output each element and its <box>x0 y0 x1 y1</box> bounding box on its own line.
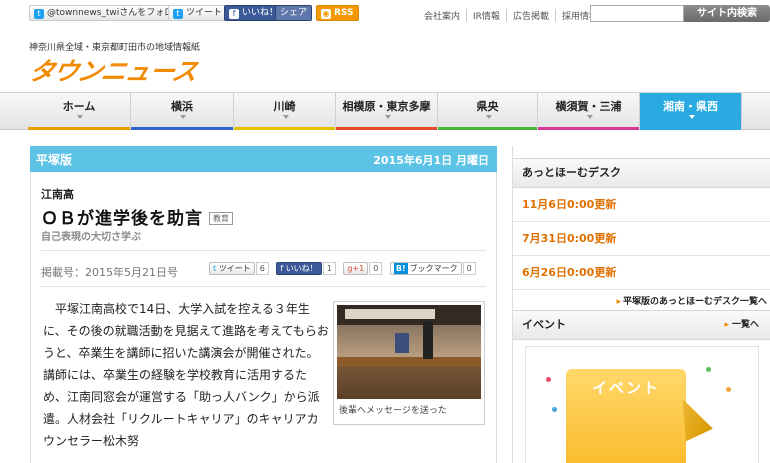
nav-item-kawasaki[interactable]: 川崎 <box>234 93 336 130</box>
nav-color-bar <box>28 127 130 130</box>
event-header: イベント ▸ 一覧へ <box>513 310 770 340</box>
chevron-down-icon <box>282 115 289 119</box>
article-tweet-button[interactable]: t ツイート <box>209 262 255 275</box>
divider <box>41 250 486 251</box>
nav-color-bar <box>234 127 335 130</box>
share-buttons: t ツイート 6 f いいね！ 1 g+1 0 B! ブックマーク 0 <box>209 262 481 275</box>
twitter-icon: t <box>34 9 44 19</box>
event-more-link[interactable]: ▸ 一覧へ <box>724 311 759 339</box>
main-nav: ホーム 横浜 川崎 相模原・東京多摩 県央 横須賀・三浦 湘南・県西 <box>0 92 770 130</box>
triangle-right-icon: ▸ <box>616 297 621 307</box>
facebook-icon: f <box>229 9 239 19</box>
site-logo[interactable]: タウンニュース <box>26 52 200 88</box>
nav-color-bar <box>438 127 537 130</box>
twitter-icon: t <box>173 9 183 19</box>
nav-item-home[interactable]: ホーム <box>28 93 131 130</box>
confetti-dot <box>552 407 557 412</box>
event-card: イベント <box>566 369 686 463</box>
photo-caption: 後輩へメッセージを送った <box>339 406 447 416</box>
photo-speaker <box>423 321 433 359</box>
confetti-dot <box>546 377 551 382</box>
chevron-down-icon <box>485 115 492 119</box>
article-title: ＯＢが進学後を助言 教育 <box>41 204 233 229</box>
event-banner[interactable]: イベント <box>525 346 759 463</box>
hatena-bookmark-button[interactable]: B! ブックマーク <box>389 262 462 275</box>
sidebar: あっとほーむデスク 11月6日0:00更新 7月31日0:00更新 6月26日0… <box>512 146 770 463</box>
chevron-down-icon <box>688 115 695 119</box>
desk-more-link[interactable]: ▸ 平塚版のあっとほーむデスク一覧へ <box>513 294 767 307</box>
divider <box>41 286 486 287</box>
nav-color-bar <box>640 127 741 130</box>
gplus-button[interactable]: g+1 <box>343 262 369 275</box>
edition-header: 平塚版 2015年6月1日 月曜日 <box>30 146 497 172</box>
edition-name: 平塚版 <box>36 153 73 167</box>
site-search-input[interactable] <box>590 5 684 22</box>
nav-color-bar <box>131 127 233 130</box>
desk-item[interactable]: 6月26日0:00更新 <box>513 256 770 290</box>
company-info-link[interactable]: 会社案内 <box>418 9 466 22</box>
photo-flag <box>395 333 409 353</box>
article-subtitle: 自己表現の大切さ学ぶ <box>41 232 141 243</box>
rss-button[interactable]: ◉ RSS <box>316 5 359 21</box>
lecture-photo <box>337 305 481 399</box>
desk-item[interactable]: 11月6日0:00更新 <box>513 188 770 222</box>
rss-icon: ◉ <box>321 9 331 19</box>
facebook-share-button[interactable]: シェア <box>275 5 313 21</box>
triangle-right-icon: ▸ <box>724 320 729 330</box>
ir-link[interactable]: IR情報 <box>466 9 506 22</box>
chevron-down-icon <box>77 115 83 119</box>
event-card-label: イベント <box>591 379 660 397</box>
nav-item-kenou[interactable]: 県央 <box>438 93 538 130</box>
article-body: 平塚江南高校で14日、大学入試を控える３年生に、その後の就職活動を見据えて進路を… <box>43 302 329 448</box>
chevron-down-icon <box>384 115 391 119</box>
advertising-link[interactable]: 広告掲載 <box>505 9 555 22</box>
issue-date: 2015年6月1日 月曜日 <box>373 154 489 167</box>
twitter-follow-button[interactable]: t @townnews_twiさんをフォロー <box>29 5 188 21</box>
desk-header: あっとほーむデスク <box>513 158 770 188</box>
nav-item-sagamihara[interactable]: 相模原・東京多摩 <box>336 93 438 130</box>
corporate-links: 会社案内 IR情報 広告掲載 採用情報 <box>418 9 604 22</box>
nav-item-shonan[interactable]: 湘南・県西 <box>640 93 742 130</box>
article-kicker: 江南高 <box>41 188 74 201</box>
chevron-down-icon <box>180 115 186 119</box>
nav-color-bar <box>538 127 639 130</box>
confetti-dot <box>726 387 731 392</box>
nav-item-yokohama[interactable]: 横浜 <box>131 93 234 130</box>
top-bar: t @townnews_twiさんをフォロー t ツイート f いいね！ シェア ◉ R… <box>0 0 770 26</box>
confetti-dot <box>706 367 711 372</box>
gplus-count: 0 <box>369 262 383 275</box>
photo-banner <box>345 309 435 319</box>
tweet-button[interactable]: t ツイート <box>168 5 228 21</box>
site-search-button[interactable]: サイト内検索 <box>684 5 770 22</box>
article-like-button[interactable]: f いいね！ <box>276 262 322 275</box>
like-count: 1 <box>322 262 336 275</box>
category-tag[interactable]: 教育 <box>209 212 233 225</box>
publication-date: 掲載号：2015年5月21日号 <box>41 266 178 279</box>
chevron-down-icon <box>586 115 593 119</box>
desk-item[interactable]: 7月31日0:00更新 <box>513 222 770 256</box>
photo-stage <box>337 357 481 367</box>
nav-color-bar <box>336 127 437 130</box>
tweet-count: 6 <box>255 262 269 275</box>
hatena-icon: B! <box>393 263 408 274</box>
article: 江南高 ＯＢが進学後を助言 教育 自己表現の大切さ学ぶ 掲載号：2015年5月21… <box>30 172 497 463</box>
hatena-count: 0 <box>462 262 476 275</box>
article-photo[interactable]: 後輩へメッセージを送った <box>333 301 485 425</box>
nav-item-yokosuka[interactable]: 横須賀・三浦 <box>538 93 640 130</box>
